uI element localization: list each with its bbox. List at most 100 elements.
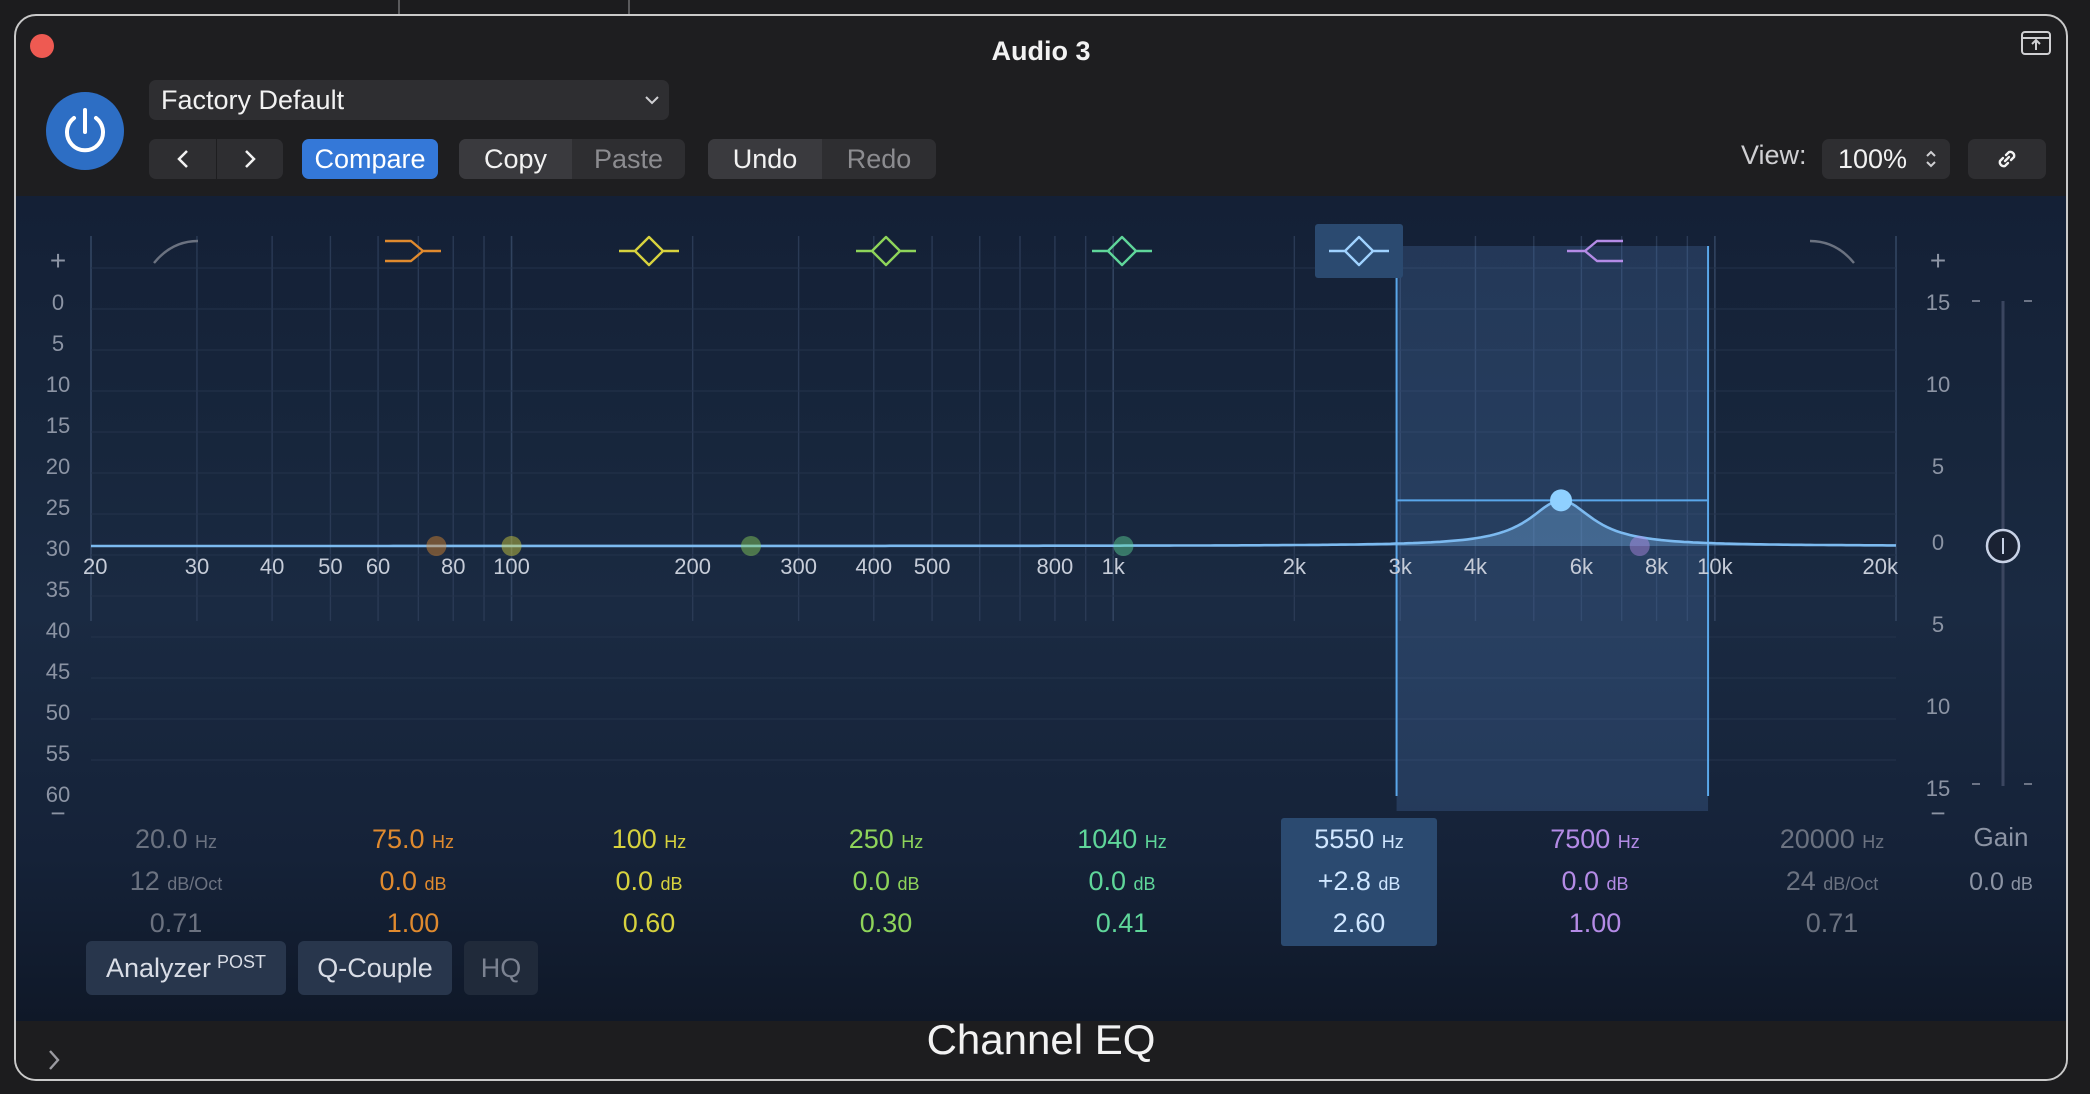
bell-icon[interactable] [856,235,916,267]
bell-icon[interactable] [1092,235,1152,267]
analyzer-button[interactable]: Analyzer POST [86,941,286,995]
frequency-label: 4k [1464,554,1488,579]
frequency-label: 50 [318,554,342,579]
power-button[interactable] [46,92,124,170]
left-scale-tick: 40 [46,618,70,643]
band-node[interactable] [1629,536,1650,556]
link-icon [1998,150,2016,168]
band-q: 0.41 [1096,908,1149,938]
band-frequency: 20.0 Hz [135,824,217,854]
frequency-label: 6k [1570,554,1594,579]
q-couple-button[interactable]: Q-Couple [298,941,452,995]
left-scale-tick: 0 [52,290,64,315]
scale-minus-label: − [1930,798,1945,828]
hq-button[interactable]: HQ [464,941,538,995]
plugin-window: Audio 3 Factory Default Compare Copy Pas… [14,14,2068,1081]
view-zoom-select[interactable]: 100% [1822,139,1950,179]
band-node[interactable] [740,536,761,556]
background-divider [628,0,630,14]
redo-button[interactable]: Redo [822,139,936,179]
band-gain: 24 dB/Oct [1786,866,1879,896]
left-scale-tick: 55 [46,741,70,766]
copy-button[interactable]: Copy [459,139,572,179]
band-q: 1.00 [1569,908,1622,938]
power-icon [65,108,105,153]
next-preset-button[interactable] [216,139,283,179]
copy-paste-group: Copy Paste [459,139,685,179]
band-q: 0.71 [1806,908,1859,938]
frequency-label: 200 [674,554,711,579]
band-gain: 0.0 dB [1088,866,1155,896]
frequency-label: 80 [441,554,465,579]
right-scale-tick: 5 [1932,612,1944,637]
compare-button[interactable]: Compare [302,139,438,179]
undo-button[interactable]: Undo [708,139,822,179]
band-node[interactable] [1550,489,1573,512]
preset-dropdown[interactable]: Factory Default [149,80,669,120]
frequency-label: 400 [855,554,892,579]
gain-value: 0.0 dB [1969,868,2033,896]
chevron-right-icon [245,150,256,168]
band-q: 0.30 [860,908,913,938]
frequency-label: 60 [366,554,390,579]
band-node[interactable] [1113,536,1134,556]
previous-preset-button[interactable] [149,139,216,179]
band-node[interactable] [426,536,447,556]
paste-button[interactable]: Paste [572,139,685,179]
band-frequency: 100 Hz [612,824,687,854]
left-scale-tick: 5 [52,331,64,356]
high-cut-icon[interactable] [1809,239,1855,264]
band-frequency: 7500 Hz [1550,824,1640,854]
window-title: Audio 3 [991,36,1091,66]
band-q: 2.60 [1333,908,1386,938]
frequency-label: 800 [1037,554,1074,579]
band-frequency: 250 Hz [849,824,924,854]
gain-label: Gain [1974,822,2029,852]
band-gain: 0.0 dB [1561,866,1628,896]
frequency-label: 8k [1645,554,1669,579]
chevron-left-icon [176,150,188,168]
scale-plus-label: + [1930,245,1946,276]
preset-value: Factory Default [161,84,345,115]
band-frequency: 20000 Hz [1780,824,1885,854]
view-zoom-value: 100% [1838,143,1908,174]
right-scale-tick: 0 [1932,530,1944,555]
selected-band-tab[interactable] [1315,224,1403,278]
bell-icon[interactable] [619,235,679,267]
left-scale-tick: 50 [46,700,70,725]
stepper-icon [1926,150,1936,168]
link-button[interactable] [1968,139,2046,179]
band-gain: 12 dB/Oct [130,866,223,896]
band-frequency: 1040 Hz [1077,824,1167,854]
band-node[interactable] [501,536,522,556]
scale-plus-label: + [50,245,66,276]
band-q: 0.60 [623,908,676,938]
preset-navigation [149,139,283,179]
analyzer-label: Analyzer [105,952,212,983]
right-scale-tick: 10 [1926,694,1950,719]
low-cut-icon[interactable] [153,239,199,264]
band-gain: 0.0 dB [379,866,446,896]
picture-in-picture-icon[interactable] [2020,30,2052,56]
band-gain: 0.0 dB [852,866,919,896]
eq-graph[interactable]: +051015202530354045505560−+15105051015−2… [16,196,2066,1021]
frequency-label: 30 [185,554,209,579]
frequency-label: 500 [914,554,951,579]
frequency-label: 20k [1863,554,1899,579]
background-divider [398,0,400,14]
analyzer-post-label: POST [217,951,267,972]
frequency-label: 3k [1389,554,1413,579]
low-shelf-icon[interactable] [385,239,441,263]
left-scale-tick: 15 [46,413,70,438]
frequency-label: 2k [1283,554,1307,579]
right-scale-tick: 15 [1926,290,1950,315]
left-scale-tick: 10 [46,372,70,397]
left-scale-tick: 25 [46,495,70,520]
frequency-label: 1k [1102,554,1126,579]
frequency-label: 10k [1697,554,1733,579]
frequency-label: 20 [83,554,107,579]
left-scale-tick: 20 [46,454,70,479]
scale-minus-label: − [50,798,65,828]
view-label: View: [1741,140,1807,170]
chevron-down-icon [645,96,659,105]
